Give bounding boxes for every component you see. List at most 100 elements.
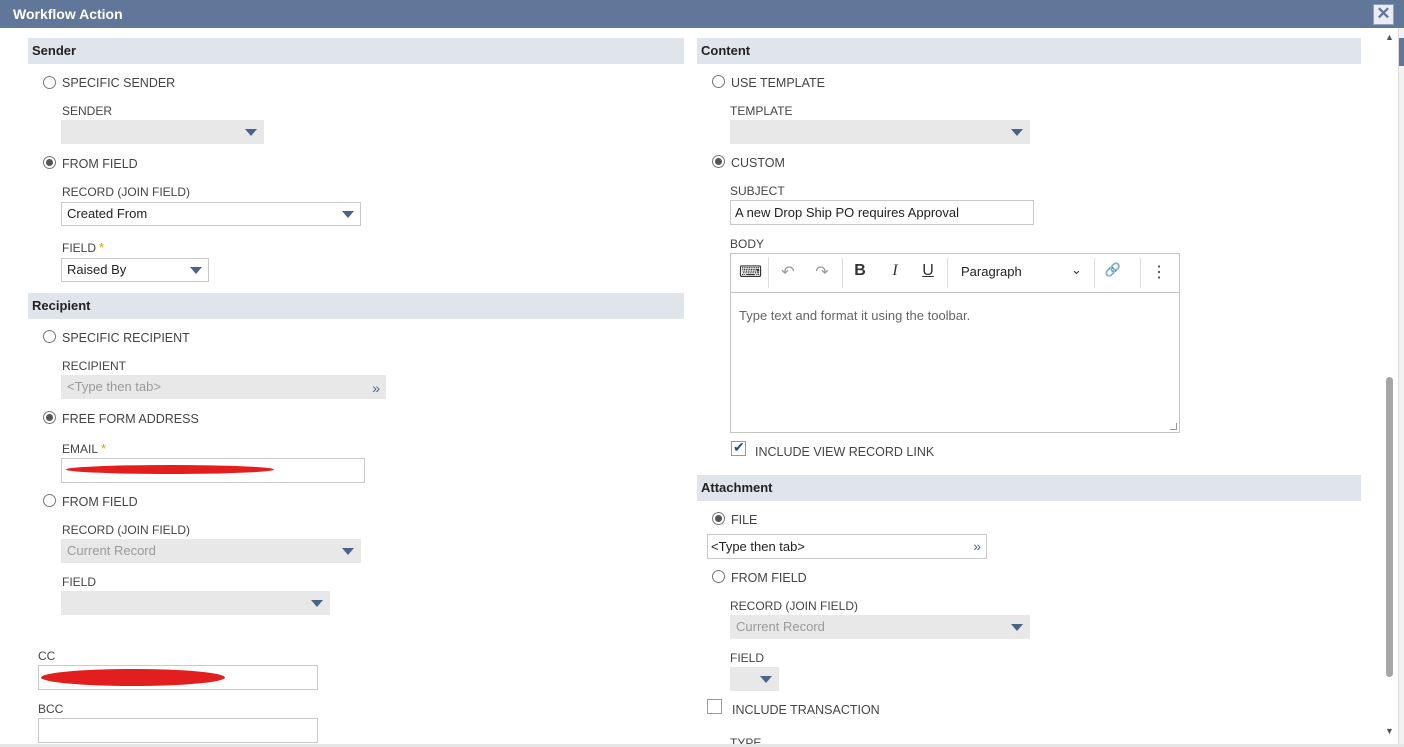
attachment-from-field-radio[interactable] <box>712 570 725 583</box>
toolbar-divider <box>768 258 769 288</box>
sender-from-field-radio[interactable] <box>43 156 56 169</box>
attachment-field-label: FIELD <box>730 651 765 665</box>
attachment-section-header: Attachment <box>697 475 1361 501</box>
double-chevron-down-icon: » <box>372 380 380 396</box>
link-icon[interactable]: 🔗 <box>1102 262 1124 278</box>
sender-select[interactable] <box>61 120 264 144</box>
undo-icon[interactable]: ↶ <box>777 262 799 282</box>
subject-label: SUBJECT <box>730 184 785 198</box>
recipient-record-select[interactable]: Current Record <box>61 539 361 563</box>
body-editor[interactable]: ⌨ ↶ ↷ B I U Paragraph ⌄ 🔗 ⋮ Type text an… <box>730 253 1180 433</box>
include-view-record-link-label: INCLUDE VIEW RECORD LINK <box>755 445 935 459</box>
background-page-edge <box>1398 28 1404 747</box>
file-radio[interactable] <box>712 512 725 525</box>
recipient-placeholder: <Type then tab> <box>67 379 161 394</box>
template-label: TEMPLATE <box>730 104 793 118</box>
sender-field-label: SENDER <box>62 104 113 118</box>
file-placeholder: <Type then tab> <box>711 539 805 554</box>
include-transaction-checkbox[interactable] <box>707 699 722 714</box>
sender-section-header: Sender <box>28 38 684 64</box>
include-transaction-label: INCLUDE TRANSACTION <box>732 703 880 717</box>
free-form-address-radio[interactable] <box>43 411 56 424</box>
email-field[interactable] <box>61 458 365 483</box>
paragraph-format-select[interactable]: Paragraph <box>961 264 1022 279</box>
vertical-scrollbar[interactable]: ▲ ▼ <box>1384 32 1396 740</box>
chevron-down-icon <box>311 600 323 607</box>
editor-toolbar: ⌨ ↶ ↷ B I U Paragraph ⌄ 🔗 ⋮ <box>731 254 1179 293</box>
source-icon[interactable]: ⌨ <box>739 262 762 282</box>
content-section-header: Content <box>697 38 1361 64</box>
sender-record-select[interactable]: Created From <box>61 202 361 226</box>
free-form-address-label: FREE FORM ADDRESS <box>62 412 199 426</box>
sender-record-label: RECORD (JOIN FIELD) <box>62 185 191 199</box>
specific-recipient-radio[interactable] <box>43 330 56 343</box>
close-button[interactable]: ✕ <box>1373 4 1394 25</box>
redaction-mark <box>66 465 274 474</box>
include-view-record-link-checkbox[interactable] <box>731 439 746 456</box>
attachment-record-select[interactable]: Current Record <box>730 615 1030 639</box>
chevron-down-icon <box>1011 624 1023 631</box>
redo-icon[interactable]: ↷ <box>811 262 833 282</box>
toolbar-divider <box>1094 258 1095 288</box>
sender-record-value: Created From <box>67 206 148 221</box>
body-label: BODY <box>730 237 765 251</box>
double-chevron-down-icon: » <box>973 538 981 554</box>
cc-field[interactable] <box>38 665 318 690</box>
sender-field-value: Raised By <box>67 262 127 277</box>
specific-recipient-label: SPECIFIC RECIPIENT <box>62 331 190 345</box>
subject-field[interactable]: A new Drop Ship PO requires Approval <box>730 200 1034 225</box>
chevron-down-icon <box>342 211 354 218</box>
scroll-up-icon[interactable]: ▲ <box>1385 32 1394 42</box>
template-select[interactable] <box>730 120 1030 144</box>
redaction-mark <box>41 669 225 686</box>
recipient-field-label-2: FIELD <box>62 575 97 589</box>
underline-icon[interactable]: U <box>917 262 939 280</box>
chevron-down-icon <box>1011 129 1023 136</box>
recipient-record-value: Current Record <box>67 543 156 558</box>
recipient-from-field-label: FROM FIELD <box>62 495 138 509</box>
custom-label: CUSTOM <box>731 156 785 170</box>
window-title: Workflow Action <box>13 6 123 22</box>
recipient-select[interactable]: <Type then tab> » <box>61 375 386 399</box>
recipient-field-label: RECIPIENT <box>62 359 127 373</box>
required-marker: * <box>99 240 105 255</box>
use-template-radio[interactable] <box>712 75 725 88</box>
resize-handle-icon[interactable] <box>1170 423 1177 430</box>
chevron-down-icon <box>245 129 257 136</box>
email-label-text: EMAIL <box>62 442 99 456</box>
bcc-label: BCC <box>38 702 64 716</box>
bcc-field[interactable] <box>38 718 318 743</box>
more-options-icon[interactable]: ⋮ <box>1148 262 1170 282</box>
file-label: FILE <box>731 513 758 527</box>
body-placeholder: Type text and format it using the toolba… <box>739 308 971 323</box>
sender-field-text: FIELD <box>62 241 97 255</box>
scrollbar-thumb[interactable] <box>1386 377 1393 677</box>
chevron-down-icon <box>190 267 202 274</box>
attachment-from-field-label: FROM FIELD <box>731 571 807 585</box>
scroll-down-icon[interactable]: ▼ <box>1385 726 1394 736</box>
sender-from-field-label: FROM FIELD <box>62 157 138 171</box>
attachment-field-select[interactable] <box>730 667 779 691</box>
specific-sender-label: SPECIFIC SENDER <box>62 76 176 90</box>
window-titlebar: Workflow Action ✕ <box>0 0 1404 28</box>
recipient-from-field-radio[interactable] <box>43 494 56 507</box>
italic-icon[interactable]: I <box>884 262 906 280</box>
sender-field-select[interactable]: Raised By <box>61 258 209 282</box>
specific-sender-radio[interactable] <box>43 76 56 89</box>
sender-field-field-label: FIELD * <box>62 240 104 255</box>
background-header-fragment <box>1399 38 1404 66</box>
toolbar-divider <box>1140 258 1141 288</box>
chevron-down-icon[interactable]: ⌄ <box>1071 262 1082 278</box>
recipient-section-header: Recipient <box>28 293 684 319</box>
toolbar-divider <box>842 258 843 288</box>
file-select[interactable]: <Type then tab> » <box>707 534 987 559</box>
recipient-field-select[interactable] <box>61 591 330 615</box>
custom-radio[interactable] <box>712 155 725 168</box>
attachment-record-label: RECORD (JOIN FIELD) <box>730 599 859 613</box>
required-marker: * <box>101 441 107 456</box>
chevron-down-icon <box>760 676 772 683</box>
bold-icon[interactable]: B <box>849 262 871 280</box>
chevron-down-icon <box>342 548 354 555</box>
use-template-label: USE TEMPLATE <box>731 76 826 90</box>
email-label: EMAIL * <box>62 441 106 456</box>
